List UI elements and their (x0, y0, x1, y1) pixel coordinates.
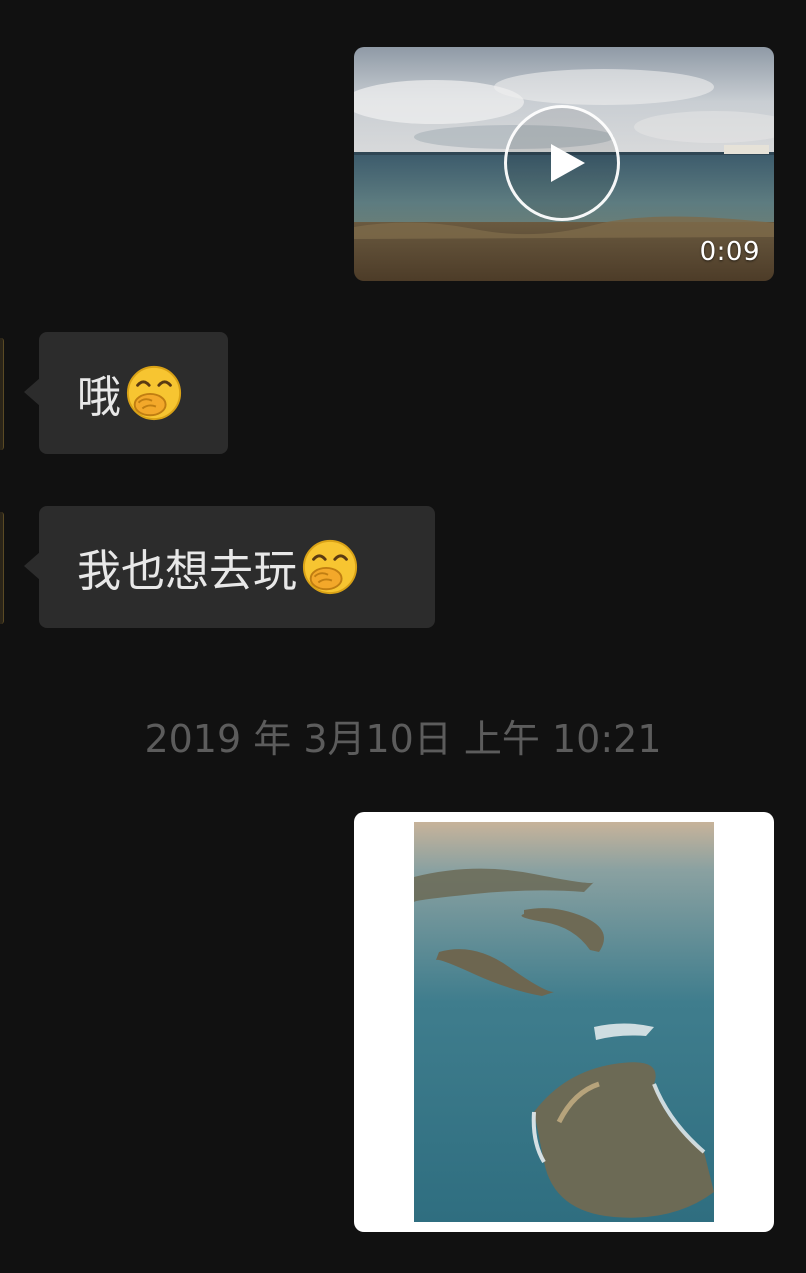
play-icon (551, 144, 585, 182)
message-text: 哦 (77, 372, 121, 423)
video-message[interactable]: 0:09 (354, 47, 774, 281)
avatar[interactable] (0, 338, 4, 450)
message-bubble[interactable]: 哦 (39, 332, 228, 454)
video-duration: 0:09 (699, 237, 760, 267)
aerial-islands-photo (414, 822, 714, 1222)
play-button[interactable] (504, 105, 620, 221)
bubble-tail (24, 378, 40, 406)
message-text: 我也想去玩 (77, 546, 297, 597)
hand-over-mouth-emoji (126, 365, 182, 421)
avatar[interactable] (0, 512, 4, 624)
chat-timestamp: 2019 年 3月10日 上午 10:21 (144, 717, 662, 761)
hand-over-mouth-emoji (302, 539, 358, 595)
image-message[interactable] (354, 812, 774, 1232)
message-bubble[interactable]: 我也想去玩 (39, 506, 435, 628)
bubble-tail (24, 552, 40, 580)
